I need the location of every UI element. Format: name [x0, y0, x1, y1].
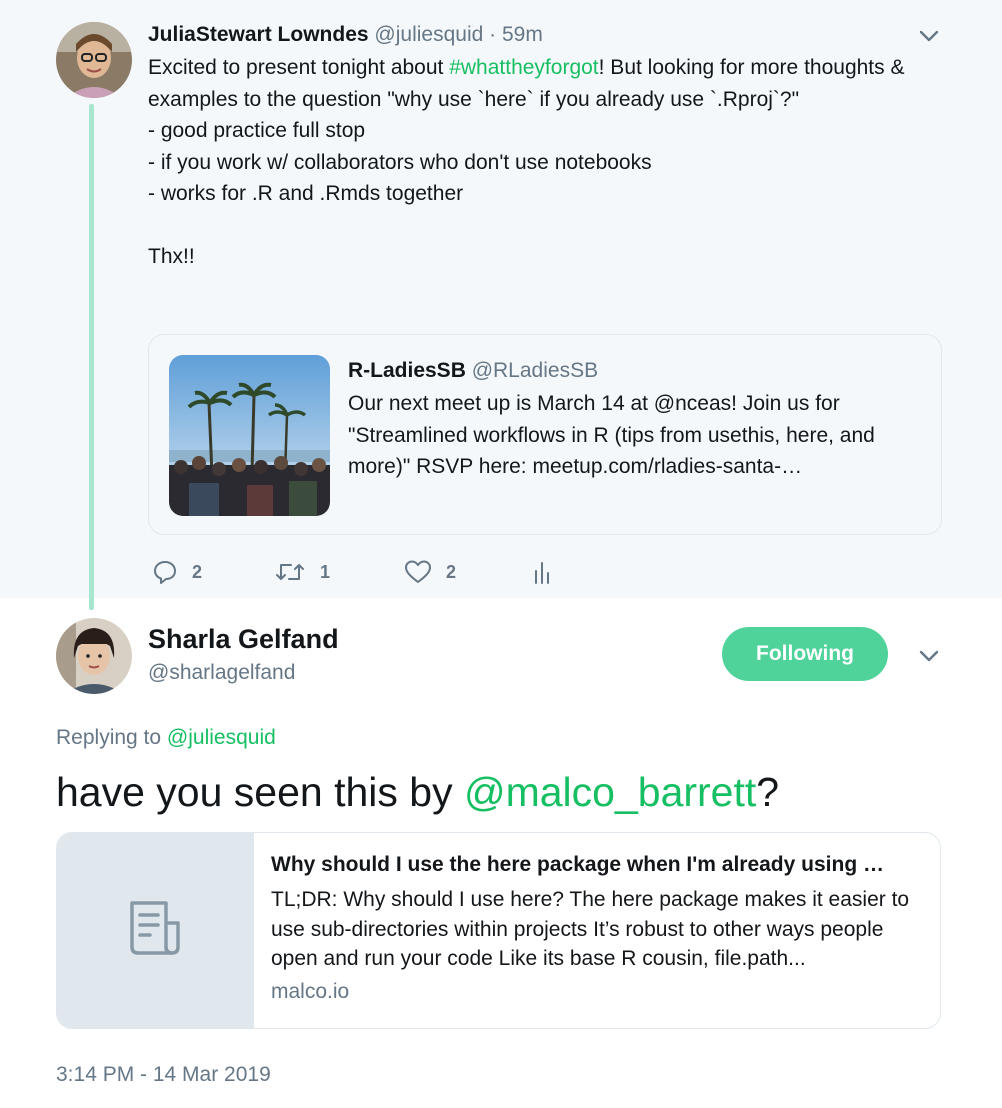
tweet-text-rest: ! But looking for more thoughts & exampl… [148, 56, 905, 268]
quoted-author-handle[interactable]: @RLadiesSB [472, 359, 598, 382]
like-count: 2 [446, 561, 457, 582]
retweet-count: 1 [320, 561, 331, 582]
avatar[interactable] [56, 22, 132, 98]
tweet-header: JuliaStewart Lowndes @juliesquid · 59m [148, 21, 543, 49]
like-button[interactable]: 2 [404, 556, 456, 588]
analytics-icon [532, 559, 566, 585]
tweet-text-start: Excited to present tonight about [148, 56, 450, 79]
tweet-time[interactable]: 59m [502, 23, 543, 46]
quoted-tweet-text: Our next meet up is March 14 at @nceas! … [348, 392, 875, 478]
reply-count: 2 [192, 561, 203, 582]
heart-icon [404, 559, 446, 585]
author-handle[interactable]: @sharlagelfand [148, 659, 295, 687]
link-card[interactable]: Why should I use the here package when I… [56, 832, 941, 1029]
tweet-text: Excited to present tonight about #whatth… [148, 52, 928, 273]
replying-to-link[interactable]: @juliesquid [167, 726, 276, 749]
tweet-text-start: have you seen this by [56, 769, 464, 815]
tweet-text: have you seen this by @malco_barrett? [56, 765, 779, 819]
chevron-down-icon[interactable] [915, 22, 943, 50]
card-domain: malco.io [271, 979, 350, 1003]
author-name[interactable]: JuliaStewart Lowndes [148, 23, 369, 46]
card-title[interactable]: Why should I use the here package when I… [271, 849, 923, 881]
tweet-timestamp[interactable]: 3:14 PM - 14 Mar 2019 [56, 1061, 271, 1089]
retweet-icon [274, 559, 320, 585]
tweet-actions: 2 1 2 [148, 556, 648, 588]
tweet-text-end: ? [756, 769, 780, 815]
quoted-author-name[interactable]: R-LadiesSB [348, 359, 466, 382]
thread-connector-line [89, 104, 94, 610]
replying-prefix: Replying to [56, 726, 167, 749]
following-button[interactable]: Following [722, 627, 888, 681]
author-name[interactable]: Sharla Gelfand [148, 622, 339, 656]
quoted-tweet-image [169, 355, 330, 516]
separator-dot: · [489, 23, 497, 46]
hashtag-link[interactable]: #whattheyforgot [449, 56, 598, 79]
quoted-tweet-header: R-LadiesSB @RLadiesSB [348, 357, 598, 385]
reply-icon [152, 559, 192, 585]
analytics-button[interactable] [532, 556, 566, 588]
retweet-button[interactable]: 1 [274, 556, 330, 588]
replying-to-line: Replying to @juliesquid [56, 724, 276, 752]
mention-link[interactable]: @malco_barrett [464, 769, 756, 815]
card-description: TL;DR: Why should I use here? The here p… [271, 888, 910, 970]
document-icon [126, 899, 186, 964]
avatar[interactable] [56, 618, 132, 694]
author-handle[interactable]: @juliesquid [374, 23, 483, 46]
chevron-down-icon[interactable] [915, 642, 943, 670]
quoted-tweet[interactable]: R-LadiesSB @RLadiesSB Our next meet up i… [148, 334, 942, 535]
card-thumbnail [57, 833, 254, 1028]
parent-tweet[interactable]: JuliaStewart Lowndes @juliesquid · 59m E… [0, 0, 1002, 610]
reply-button[interactable]: 2 [152, 556, 202, 588]
card-body: Why should I use the here package when I… [271, 849, 923, 1006]
